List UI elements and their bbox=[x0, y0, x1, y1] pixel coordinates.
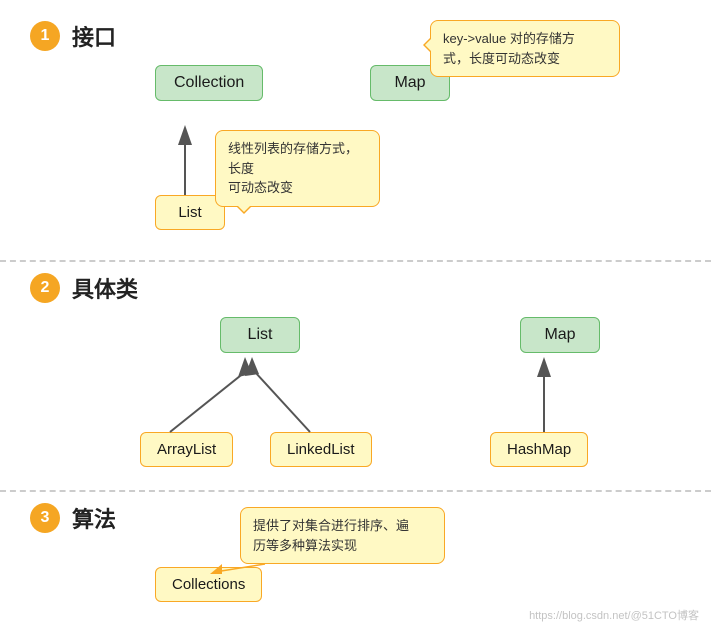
arrows-s2 bbox=[0, 262, 711, 492]
bubble-list-desc: 线性列表的存储方式，长度 可动态改变 bbox=[215, 130, 380, 207]
section2: 2 具体类 List Map ArrayList LinkedList Hash… bbox=[0, 260, 711, 490]
watermark: https://blog.csdn.net/@51CTO博客 bbox=[529, 607, 699, 623]
main-container: 1 接口 Collection Map List 线性列表的存储方式，长度 可动… bbox=[0, 0, 711, 631]
section1: 1 接口 Collection Map List 线性列表的存储方式，长度 可动… bbox=[0, 0, 711, 260]
bubble-map-desc: key->value 对的存储方 式，长度可动态改变 bbox=[430, 20, 620, 77]
